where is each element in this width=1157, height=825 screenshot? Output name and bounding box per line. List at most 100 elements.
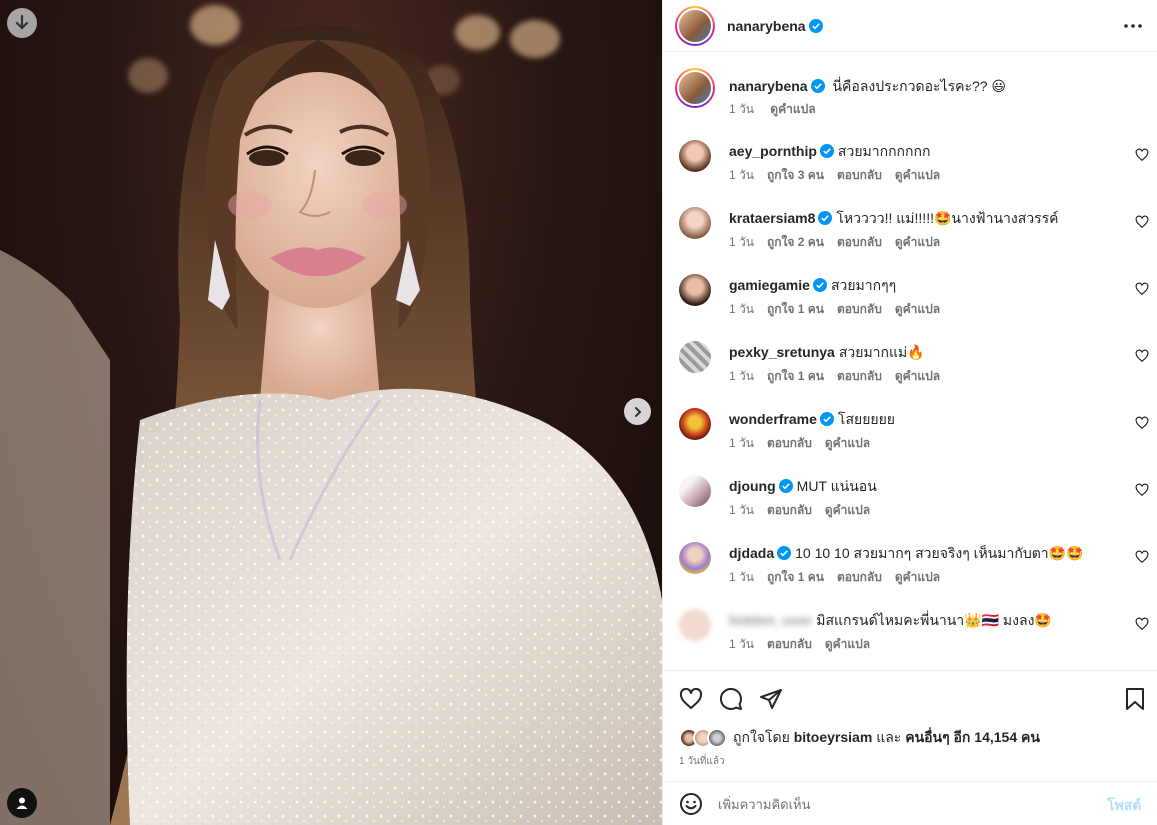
bookmark-icon[interactable]	[1123, 687, 1147, 711]
comment-text: สวยมากกกกกก	[837, 143, 931, 159]
comment-time: 1 วัน	[729, 235, 754, 249]
commenter-username[interactable]: wonderframe	[729, 411, 817, 427]
comment-likes-link[interactable]: ถูกใจ 1 คน	[767, 302, 824, 316]
comment-item: hidden_user มิสแกรนด์ไหมคะพี่นานา👑🇹🇭 มงลง…	[663, 609, 1157, 669]
commenter-avatar[interactable]	[679, 140, 711, 172]
emoji-icon[interactable]	[679, 792, 703, 816]
comment-input[interactable]	[718, 794, 1098, 814]
comment-likes-link[interactable]: ถูกใจ 2 คน	[767, 235, 824, 249]
reply-button[interactable]: ตอบกลับ	[837, 235, 882, 249]
heart-icon[interactable]	[679, 687, 703, 711]
like-comment-heart-icon[interactable]	[1135, 483, 1149, 497]
commenter-username[interactable]: gamiegamie	[729, 277, 810, 293]
like-comment-heart-icon[interactable]	[1135, 550, 1149, 564]
liked-by-text: ถูกใจโดย bitoeyrsiam และ คนอื่นๆ อีก 14,…	[733, 727, 1040, 749]
translate-link[interactable]: ดูคำแปล	[895, 369, 940, 383]
commenter-username[interactable]: pexky_sretunya	[729, 344, 835, 360]
like-comment-heart-icon[interactable]	[1135, 282, 1149, 296]
liked-by-others[interactable]: คนอื่นๆ อีก 14,154 คน	[905, 729, 1040, 745]
comment-item: wonderframe โสยยยยย 1 วัน ตอบกลับ ดูคำแปล	[663, 408, 1157, 468]
commenter-avatar[interactable]	[679, 609, 711, 641]
like-comment-heart-icon[interactable]	[1135, 148, 1149, 162]
comment-item: krataersiam8 โหวววว!! แม่!!!!!🤩นางฟ้านางส…	[663, 207, 1157, 267]
comment-text: สวยมากๆๆ	[830, 277, 897, 293]
translate-link[interactable]: ดูคำแปล	[895, 570, 940, 584]
commenter-username[interactable]: hidden_user	[729, 612, 812, 628]
portrait-illustration	[0, 25, 662, 825]
comment-time: 1 วัน	[729, 436, 754, 450]
commenter-username[interactable]: djdada	[729, 545, 774, 561]
translate-link[interactable]: ดูคำแปล	[825, 503, 870, 517]
comment-likes-link[interactable]: ถูกใจ 3 คน	[767, 168, 824, 182]
reply-button[interactable]: ตอบกลับ	[767, 503, 812, 517]
verified-badge-icon	[818, 211, 833, 225]
like-comment-heart-icon[interactable]	[1135, 416, 1149, 430]
comment-text: โหวววว!! แม่!!!!!🤩นางฟ้านางสวรรค์	[836, 210, 1059, 226]
comment-time: 1 วัน	[729, 302, 754, 316]
author-username-text[interactable]: nanarybena	[727, 18, 806, 34]
translate-link[interactable]: ดูคำแปล	[825, 637, 870, 651]
liked-by-user[interactable]: bitoeyrsiam	[794, 729, 873, 745]
commenter-avatar[interactable]	[679, 341, 711, 373]
comment-time: 1 วัน	[729, 570, 754, 584]
next-image-button[interactable]	[624, 398, 651, 425]
commenter-username[interactable]: krataersiam8	[729, 210, 815, 226]
commenter-avatar[interactable]	[679, 274, 711, 306]
post-photo[interactable]	[0, 0, 662, 825]
liked-by-summary[interactable]: ถูกใจโดย bitoeyrsiam และ คนอื่นๆ อีก 14,…	[679, 727, 1040, 749]
verified-badge-icon	[778, 479, 793, 493]
author-username[interactable]: nanarybena	[727, 18, 823, 36]
download-button[interactable]	[7, 8, 37, 38]
comment-time: 1 วัน	[729, 503, 754, 517]
commenter-avatar[interactable]	[679, 542, 711, 574]
comment-time: 1 วัน	[729, 369, 754, 383]
liked-by-and: และ	[876, 729, 902, 745]
comment-item: aey_pornthip สวยมากกกกกก 1 วัน ถูกใจ 3 คน ต…	[663, 140, 1157, 200]
liker-avatar	[707, 728, 727, 748]
post-header: nanarybena	[663, 0, 1157, 52]
commenter-username[interactable]: djoung	[729, 478, 776, 494]
verified-badge-icon	[819, 412, 834, 426]
like-comment-heart-icon[interactable]	[1135, 349, 1149, 363]
reply-button[interactable]: ตอบกลับ	[837, 302, 882, 316]
more-options-icon[interactable]	[1121, 16, 1145, 36]
commenter-avatar[interactable]	[679, 207, 711, 239]
comment-item: djdada 10 10 10 สวยมากๆ สวยจริงๆ เห็นมากั…	[663, 542, 1157, 602]
user-tag-icon	[16, 797, 28, 809]
comment-likes-link[interactable]: ถูกใจ 1 คน	[767, 369, 824, 383]
liked-by-prefix: ถูกใจโดย	[733, 729, 790, 745]
translate-link[interactable]: ดูคำแปล	[825, 436, 870, 450]
comment-likes-link[interactable]: ถูกใจ 1 คน	[767, 570, 824, 584]
like-comment-heart-icon[interactable]	[1135, 617, 1149, 631]
post-comment-button[interactable]: โพสต์	[1107, 795, 1141, 817]
reply-button[interactable]: ตอบกลับ	[837, 369, 882, 383]
comment-item: djoung MUT แน่นอน 1 วัน ตอบกลับ ดูคำแปล	[663, 475, 1157, 535]
comment-text: โสยยยยย	[837, 411, 896, 427]
commenter-avatar[interactable]	[679, 408, 711, 440]
commenter-avatar[interactable]	[679, 475, 711, 507]
verified-badge-icon	[808, 19, 823, 33]
reply-button[interactable]: ตอบกลับ	[767, 436, 812, 450]
chevron-right-icon	[634, 406, 641, 417]
comment-text: สวยมากแม่🔥	[838, 344, 925, 360]
translate-link[interactable]: ดูคำแปล	[895, 235, 940, 249]
reply-button[interactable]: ตอบกลับ	[837, 168, 882, 182]
translate-link[interactable]: ดูคำแปล	[895, 168, 940, 182]
commenter-username[interactable]: aey_pornthip	[729, 143, 817, 159]
comment-time: 1 วัน	[729, 637, 754, 651]
tagged-users-button[interactable]	[7, 788, 37, 818]
reply-button[interactable]: ตอบกลับ	[767, 637, 812, 651]
post-details-panel: nanarybena nanarybena นี่คือลงประกวดอะไร…	[662, 0, 1157, 825]
reply-button[interactable]: ตอบกลับ	[837, 570, 882, 584]
like-comment-heart-icon[interactable]	[1135, 215, 1149, 229]
author-avatar[interactable]	[675, 6, 715, 46]
comment-icon[interactable]	[719, 687, 743, 711]
share-icon[interactable]	[759, 687, 783, 711]
verified-badge-icon	[777, 546, 792, 560]
arrow-down-icon	[15, 15, 29, 30]
verified-badge-icon	[819, 144, 834, 158]
comment-text: MUT แน่นอน	[796, 478, 877, 494]
comment-text: 10 10 10 สวยมากๆ สวยจริงๆ เห็นมากับตา🤩🤩	[795, 545, 1084, 561]
translate-link[interactable]: ดูคำแปล	[895, 302, 940, 316]
comments-list[interactable]: aey_pornthip สวยมากกกกกก 1 วัน ถูกใจ 3 คนต…	[663, 52, 1157, 670]
